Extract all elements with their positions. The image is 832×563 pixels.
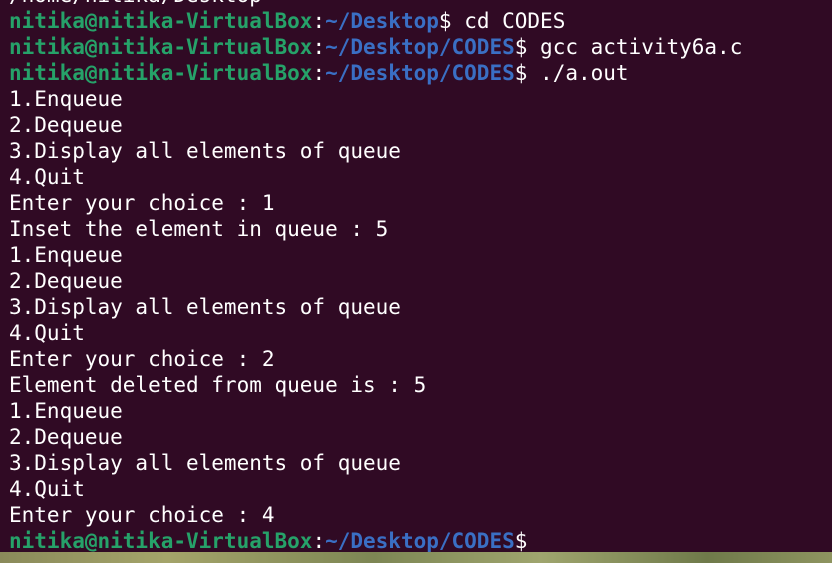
output-line: 1.Enqueue bbox=[9, 399, 123, 423]
terminal-output: /home/nitika/Desktopnitika@nitika-Virtua… bbox=[9, 0, 742, 554]
output-line: Enter your choice : 2 bbox=[9, 347, 275, 371]
prompt-line: nitika@nitika-VirtualBox:~/Desktop/CODES… bbox=[9, 60, 742, 86]
output-line: 3.Display all elements of queue bbox=[9, 295, 401, 319]
prompt-user: nitika@nitika-VirtualBox bbox=[9, 9, 313, 33]
prompt-user: nitika@nitika-VirtualBox bbox=[9, 35, 313, 59]
prompt-user: nitika@nitika-VirtualBox bbox=[9, 61, 313, 85]
output-line: 3.Display all elements of queue bbox=[9, 451, 401, 475]
command-text: cd CODES bbox=[451, 9, 566, 33]
command-text: ./a.out bbox=[527, 61, 629, 85]
prompt-symbol: $ bbox=[514, 529, 528, 553]
output-line: 1.Enqueue bbox=[9, 87, 123, 111]
output-line: 4.Quit bbox=[9, 165, 85, 189]
desktop-background-strip bbox=[0, 552, 832, 563]
prompt-separator: : bbox=[312, 529, 326, 553]
prompt-user: nitika@nitika-VirtualBox bbox=[9, 529, 313, 553]
output-line: 4.Quit bbox=[9, 477, 85, 501]
output-line: Inset the element in queue : 5 bbox=[9, 217, 389, 241]
prompt-line: nitika@nitika-VirtualBox:~/Desktop$ cd C… bbox=[9, 8, 742, 34]
prompt-separator: : bbox=[312, 9, 326, 33]
output-line: 2.Dequeue bbox=[9, 425, 123, 449]
output-line: Enter your choice : 4 bbox=[9, 503, 275, 527]
prompt-symbol: $ bbox=[438, 9, 452, 33]
output-line: 3.Display all elements of queue bbox=[9, 139, 401, 163]
output-line: Enter your choice : 1 bbox=[9, 191, 275, 215]
output-line: 4.Quit bbox=[9, 321, 85, 345]
prompt-separator: : bbox=[312, 61, 326, 85]
output-line: /home/nitika/Desktop bbox=[9, 0, 742, 8]
output-line: 2.Dequeue bbox=[9, 113, 123, 137]
command-text: gcc activity6a.c bbox=[527, 35, 743, 59]
prompt-line: nitika@nitika-VirtualBox:~/Desktop/CODES… bbox=[9, 528, 742, 554]
prompt-symbol: $ bbox=[514, 35, 528, 59]
output-line: 2.Dequeue bbox=[9, 269, 123, 293]
terminal-window[interactable]: /home/nitika/Desktopnitika@nitika-Virtua… bbox=[0, 0, 832, 563]
prompt-path: ~/Desktop/CODES bbox=[325, 35, 515, 59]
prompt-path: ~/Desktop/CODES bbox=[325, 61, 515, 85]
output-line: 1.Enqueue bbox=[9, 243, 123, 267]
prompt-path: ~/Desktop/CODES bbox=[325, 529, 515, 553]
prompt-line: nitika@nitika-VirtualBox:~/Desktop/CODES… bbox=[9, 34, 742, 60]
prompt-path: ~/Desktop bbox=[325, 9, 439, 33]
output-line: Element deleted from queue is : 5 bbox=[9, 373, 427, 397]
prompt-symbol: $ bbox=[514, 61, 528, 85]
prompt-separator: : bbox=[312, 35, 326, 59]
